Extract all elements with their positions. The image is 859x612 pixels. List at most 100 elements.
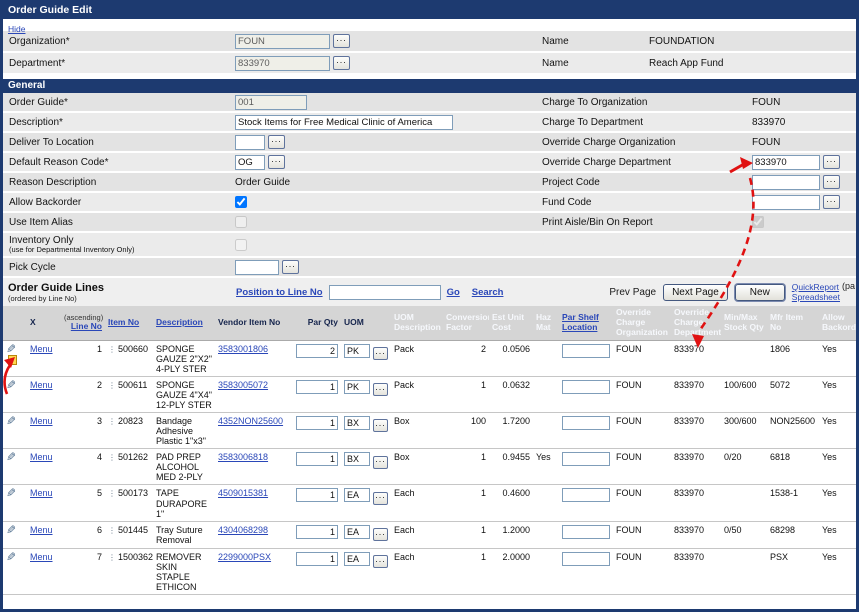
uom-lookup-button[interactable]: ... [373, 555, 388, 568]
vendor-item-no-link[interactable]: 4304068298 [218, 525, 268, 535]
par-shelf-location-input[interactable] [562, 488, 610, 502]
description-input[interactable] [235, 115, 453, 130]
drill-around-icon[interactable]: ⋮ [108, 489, 116, 498]
uom-input[interactable] [344, 416, 370, 430]
vendor-item-no-link[interactable]: 3583005072 [218, 380, 268, 390]
drill-around-icon[interactable]: ⋮ [108, 417, 116, 426]
par-shelf-location-input[interactable] [562, 380, 610, 394]
par-shelf-location-input[interactable] [562, 452, 610, 466]
edit-pencil-icon[interactable]: ✎ [6, 380, 16, 390]
par-qty-input[interactable] [296, 344, 338, 358]
deliver-to-location-lookup-button[interactable]: ... [268, 135, 285, 149]
edit-pencil-icon[interactable]: ✎ [6, 525, 16, 535]
vendor-item-no-link[interactable]: 4509015381 [218, 488, 268, 498]
par-qty-input[interactable] [296, 416, 338, 430]
print-aisle-bin-checkbox[interactable] [752, 216, 764, 228]
drill-around-icon[interactable]: ⋮ [108, 526, 116, 535]
par-qty-input[interactable] [296, 488, 338, 502]
new-button[interactable]: New [735, 284, 785, 301]
organization-input[interactable] [235, 34, 330, 49]
default-reason-code-input[interactable] [235, 155, 265, 170]
row-menu-link[interactable]: Menu [30, 552, 53, 562]
department-input[interactable] [235, 56, 330, 71]
search-link[interactable]: Search [472, 287, 504, 298]
uom-lookup-button[interactable]: ... [373, 419, 388, 432]
uom-lookup-button[interactable]: ... [373, 383, 388, 396]
uom-lookup-button[interactable]: ... [373, 528, 388, 541]
row-menu-link[interactable]: Menu [30, 525, 53, 535]
project-code-lookup-button[interactable]: ... [823, 175, 840, 189]
override-charge-department-lookup-button[interactable]: ... [823, 155, 840, 169]
par-qty-input[interactable] [296, 525, 338, 539]
par-shelf-location-input[interactable] [562, 525, 610, 539]
fund-code-input[interactable] [752, 195, 820, 210]
edit-pencil-icon[interactable]: ✎ [6, 416, 16, 426]
par-qty-input[interactable] [296, 380, 338, 394]
delete-column-header[interactable]: X [27, 306, 61, 340]
par-shelf-location-header[interactable]: Par Shelf Location [559, 306, 613, 340]
drill-around-icon[interactable]: ⋮ [108, 381, 116, 390]
uom-lookup-button[interactable]: ... [373, 347, 388, 360]
uom-input[interactable] [344, 380, 370, 394]
pick-cycle-lookup-button[interactable]: ... [282, 260, 299, 274]
description-header[interactable]: Description [153, 306, 215, 340]
override-charge-department-input[interactable] [752, 155, 820, 170]
position-to-input[interactable] [329, 285, 441, 300]
project-code-input[interactable] [752, 175, 820, 190]
vendor-item-no-link[interactable]: 4352NON25600 [218, 416, 283, 426]
override-charge-organization-header: Override Charge Organization [613, 306, 671, 340]
department-lookup-button[interactable]: ... [333, 56, 350, 70]
deliver-to-location-input[interactable] [235, 135, 265, 150]
uom-lookup-button[interactable]: ... [373, 456, 388, 469]
edit-pencil-icon[interactable]: ✎ [6, 488, 16, 498]
vendor-item-no-link[interactable]: 3583006818 [218, 452, 268, 462]
next-page-button[interactable]: Next Page [663, 284, 728, 301]
item-no-header[interactable]: Item No [105, 306, 153, 340]
go-link[interactable]: Go [447, 287, 460, 298]
edit-pencil-icon[interactable]: ✎ [6, 452, 16, 462]
position-to-line-no-link[interactable]: Position to Line No [236, 287, 323, 298]
row-menu-cell: Menu [27, 376, 61, 412]
mfr-item-no-cell: PSX [767, 548, 819, 594]
par-qty-input[interactable] [296, 552, 338, 566]
use-item-alias-checkbox[interactable] [235, 216, 247, 228]
edit-pencil-icon[interactable]: ✎ [6, 552, 16, 562]
uom-input[interactable] [344, 525, 370, 539]
vendor-item-no-link[interactable]: 3583001806 [218, 344, 268, 354]
uom-lookup-button[interactable]: ... [373, 492, 388, 505]
allow-backorder-checkbox[interactable] [235, 196, 247, 208]
prev-page-button[interactable]: Prev Page [609, 287, 656, 298]
organization-lookup-button[interactable]: ... [333, 34, 350, 48]
row-menu-link[interactable]: Menu [30, 416, 53, 426]
row-menu-link[interactable]: Menu [30, 380, 53, 390]
vendor-item-no-link[interactable]: 2299000PSX [218, 552, 271, 562]
edit-pencil-icon[interactable]: ✎ [6, 344, 16, 354]
item-no-value: 501262 [118, 452, 148, 462]
spreadsheet-link[interactable]: Spreadsheet [792, 292, 840, 302]
haz-mat-cell [533, 521, 559, 548]
row-menu-link[interactable]: Menu [30, 452, 53, 462]
uom-input[interactable] [344, 452, 370, 466]
quickreport-link[interactable]: QuickReport [792, 282, 840, 292]
order-guide-input[interactable] [235, 95, 307, 110]
uom-input[interactable] [344, 344, 370, 358]
uom-input[interactable] [344, 552, 370, 566]
row-menu-link[interactable]: Menu [30, 344, 53, 354]
note-icon[interactable] [8, 355, 17, 365]
par-shelf-location-input[interactable] [562, 344, 610, 358]
line-no-header[interactable]: (ascending) Line No [61, 306, 105, 340]
override-charge-department-cell: 833970 [671, 376, 721, 412]
drill-around-icon[interactable]: ⋮ [108, 553, 116, 562]
par-shelf-location-input[interactable] [562, 552, 610, 566]
drill-around-icon[interactable]: ⋮ [108, 345, 116, 354]
row-menu-link[interactable]: Menu [30, 488, 53, 498]
default-reason-code-lookup-button[interactable]: ... [268, 155, 285, 169]
uom-input[interactable] [344, 488, 370, 502]
hide-link[interactable]: Hide [8, 24, 25, 34]
fund-code-lookup-button[interactable]: ... [823, 195, 840, 209]
inventory-only-checkbox[interactable] [235, 239, 247, 251]
par-qty-input[interactable] [296, 452, 338, 466]
par-shelf-location-input[interactable] [562, 416, 610, 430]
drill-around-icon[interactable]: ⋮ [108, 453, 116, 462]
pick-cycle-input[interactable] [235, 260, 279, 275]
